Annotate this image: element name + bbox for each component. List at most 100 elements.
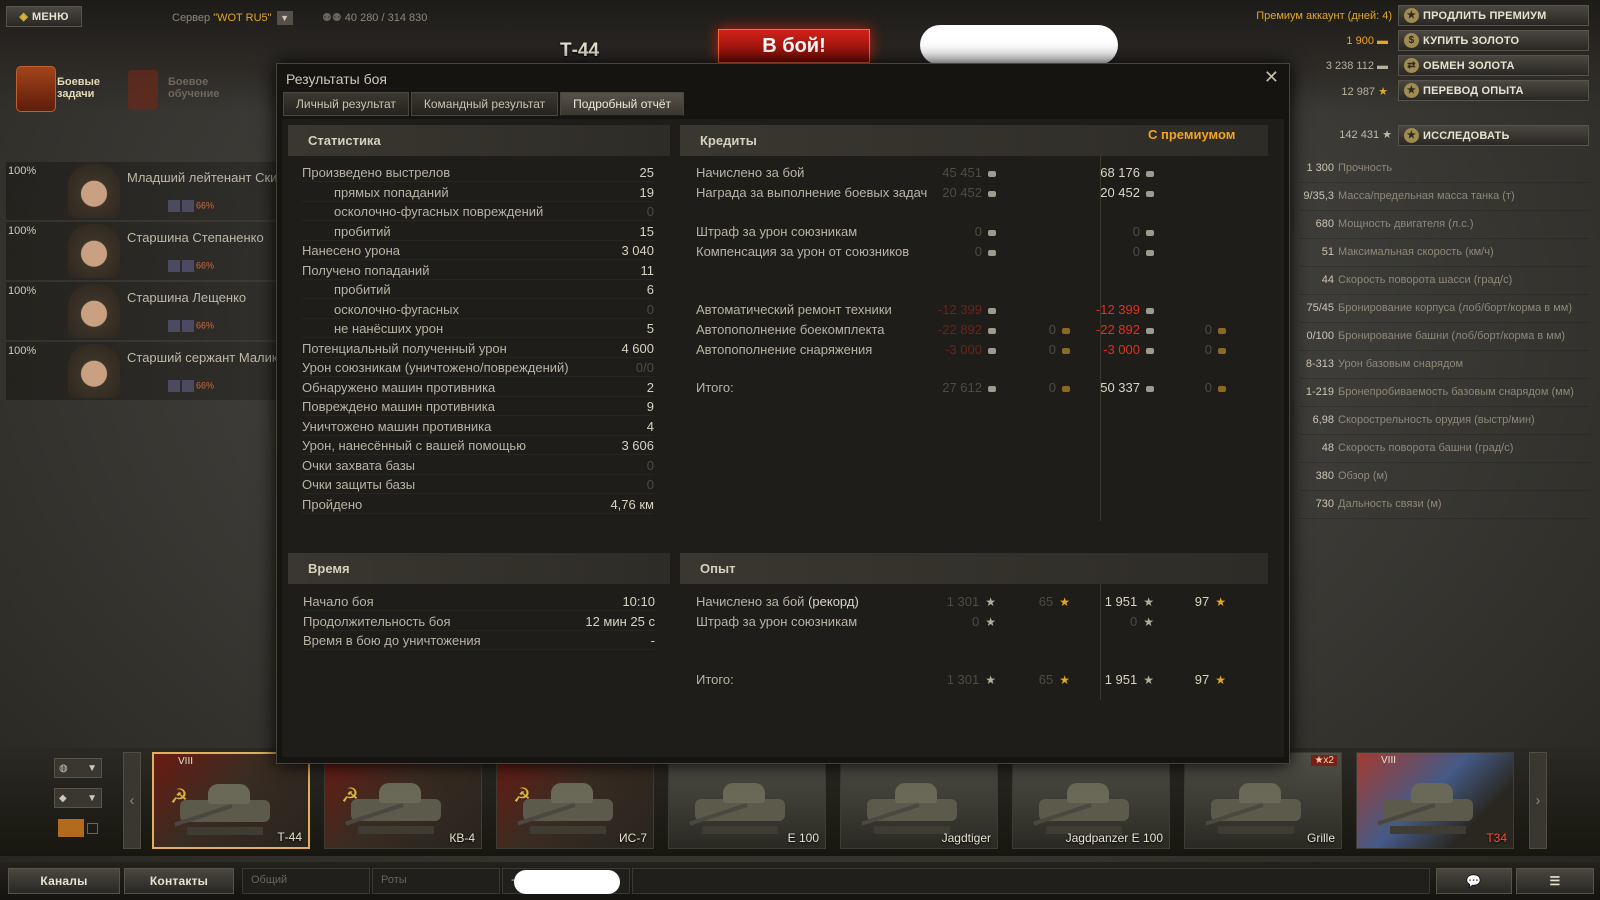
results-content: Статистика Кредиты С премиумом Произведе… <box>282 119 1284 757</box>
menu-button[interactable]: ◈ МЕНЮ <box>6 6 82 27</box>
server-selector[interactable]: Сервер "WOT RU5" ▼ <box>172 11 293 25</box>
stat-row: Очки захвата базы 0 <box>302 455 654 475</box>
vehicle-slot[interactable]: ★x2 Grille <box>1184 752 1342 849</box>
stat-row: Потенциальный полученный урон 4 600 <box>302 338 654 358</box>
param-row: 9/35,3 Масса/предельная масса танка (т) <box>1300 184 1590 211</box>
vehicle-slot[interactable]: ☭ ИС-7 <box>496 752 654 849</box>
research-button[interactable]: ★ ИССЛЕДОВАТЬ <box>1398 125 1589 146</box>
stat-label: Потенциальный полученный урон <box>302 340 507 356</box>
stat-row: Урон союзникам (уничтожено/повреждений) 0… <box>302 357 654 377</box>
vehicle-slot[interactable]: E 100 <box>668 752 826 849</box>
tab-detailed[interactable]: Подробный отчёт <box>560 92 685 116</box>
stat-label: Урон союзникам (уничтожено/повреждений) <box>302 360 569 375</box>
vehicle-slot[interactable]: Jagdtiger <box>840 752 998 849</box>
param-row: 0/100 Бронирование башни (лоб/борт/корма … <box>1300 324 1590 351</box>
channels-button[interactable]: Каналы <box>8 868 120 894</box>
xp-label-text: Штраф за урон союзникам <box>696 614 858 629</box>
research-label: ИССЛЕДОВАТЬ <box>1423 129 1510 142</box>
training-icon[interactable] <box>128 70 158 110</box>
param-row: 6,98 Скорострельность орудия (выстр/мин) <box>1300 408 1590 435</box>
stat-label: Очки захвата базы <box>302 457 416 473</box>
tank-turret <box>1239 783 1281 803</box>
credit-premium-value: 50 337 <box>1100 380 1140 395</box>
credit-base-value: 0 <box>974 244 982 259</box>
extend-premium-button[interactable]: ★ ПРОДЛИТЬ ПРЕМИУМ <box>1398 5 1589 26</box>
skill-progress: 66% <box>196 380 215 391</box>
param-label: Бронирование башни (лоб/борт/корма в мм) <box>1338 330 1566 342</box>
chat-button[interactable]: 💬 <box>1436 868 1512 894</box>
credit-base: -22 892 <box>938 322 996 337</box>
crew-member[interactable]: 100% Младший лейтенант Скир 66% <box>6 162 279 220</box>
quests-label[interactable]: Боевые задачи <box>57 76 100 100</box>
type-filter[interactable]: ◆ ▼ <box>54 788 102 808</box>
gold-coin-icon: $ <box>1404 33 1419 48</box>
quests-icon[interactable] <box>16 66 56 112</box>
crew-name: Старшина Степаненко <box>127 230 264 245</box>
xp-premium-value: 1 951 <box>1104 594 1138 609</box>
skill-icon <box>168 260 180 272</box>
tank-turret <box>208 784 250 804</box>
vehicle-slot[interactable]: ☭ VIII Т-44 <box>152 752 310 849</box>
stat-value: 6 <box>646 282 654 297</box>
credit-base: 0 <box>975 244 996 259</box>
chat-input[interactable] <box>632 868 1430 894</box>
stat-value: 0 <box>646 457 654 473</box>
credit-premium: -12 399 <box>1096 302 1154 317</box>
stat-value: 19 <box>639 184 654 200</box>
vehicle-name: Jagdtiger <box>941 831 991 845</box>
xp-base-value: 0 <box>972 614 980 629</box>
time-label: Время в бою до уничтожения <box>303 633 481 648</box>
xp-label: Штраф за урон союзникам <box>696 614 857 629</box>
chat-tab-general[interactable]: Общий <box>242 868 370 894</box>
param-value: 6,98 <box>1312 414 1334 426</box>
credit-premium-value: -12 399 <box>1095 302 1140 317</box>
crew-member[interactable]: 100% Старший сержант Малико 66% <box>6 342 279 400</box>
list-icon: ☰ <box>1549 874 1561 888</box>
stat-value: 3 040 <box>621 243 654 258</box>
crew-readiness: 100% <box>8 165 37 177</box>
stat-row: пробитий 6 <box>302 279 654 299</box>
vehicle-slot[interactable]: VIII T34 <box>1356 752 1514 849</box>
credit-base-value: -12 399 <box>937 302 982 317</box>
close-icon[interactable]: ✕ <box>1264 67 1279 88</box>
exchange-gold-button[interactable]: ⇄ ОБМЕН ЗОЛОТА <box>1398 55 1589 76</box>
tab-team[interactable]: Командный результат <box>410 92 559 116</box>
checkbox[interactable] <box>87 822 98 834</box>
contacts-button[interactable]: Контакты <box>124 868 234 894</box>
training-label[interactable]: Боевое обучение <box>168 76 220 100</box>
credits-icon <box>988 229 996 236</box>
crew-member[interactable]: 100% Старшина Лещенко 66% <box>6 282 278 340</box>
buy-gold-button[interactable]: $ КУПИТЬ ЗОЛОТО <box>1398 30 1589 51</box>
nation-filter[interactable]: ◍ ▼ <box>54 758 102 778</box>
ready-filter[interactable] <box>54 818 102 838</box>
vehicle-slot[interactable]: Jagdpanzer E 100 <box>1012 752 1170 849</box>
credit-base: -3 000 <box>945 342 996 357</box>
vehicle-slot[interactable]: ☭ КВ-4 <box>324 752 482 849</box>
free-xp-icon: ★ <box>1059 595 1070 609</box>
chevron-down-icon[interactable]: ▼ <box>276 11 293 25</box>
param-value: 9/35,3 <box>1303 190 1334 202</box>
credit-base: 0 <box>975 224 996 239</box>
vehicle-name: Grille <box>1306 831 1335 845</box>
credit-label: Итого: <box>696 380 734 395</box>
xp-base-free: 65 ★ <box>1039 672 1070 687</box>
battle-button[interactable]: В бой! <box>718 29 870 63</box>
stat-row: Уничтожено машин противника 4 <box>302 416 654 436</box>
stat-row: Повреждено машин противника 9 <box>302 396 654 416</box>
scroll-right-button[interactable]: › <box>1529 752 1547 849</box>
xp-premium: 1 951 ★ <box>1105 594 1154 609</box>
chat-tab-company[interactable]: Роты <box>372 868 500 894</box>
convert-xp-button[interactable]: ★ ПЕРЕВОД ОПЫТА <box>1398 80 1589 101</box>
stat-value: 2 <box>646 379 654 395</box>
xp-premium-free: 97 ★ <box>1195 594 1226 609</box>
crew-skills: 66% <box>168 320 214 332</box>
tab-personal[interactable]: Личный результат <box>283 92 409 116</box>
stat-row: не нанёсших урон 5 <box>302 318 654 338</box>
gold-balance: 1 900 ▬ <box>1346 35 1388 47</box>
scroll-left-button[interactable]: ‹ <box>123 752 141 849</box>
credit-base: 20 452 <box>942 185 996 200</box>
notifications-button[interactable]: ☰ <box>1516 868 1594 894</box>
stat-value: 0 <box>646 204 654 219</box>
time-header: Время <box>288 553 670 584</box>
crew-member[interactable]: 100% Старшина Степаненко 66% <box>6 222 278 280</box>
